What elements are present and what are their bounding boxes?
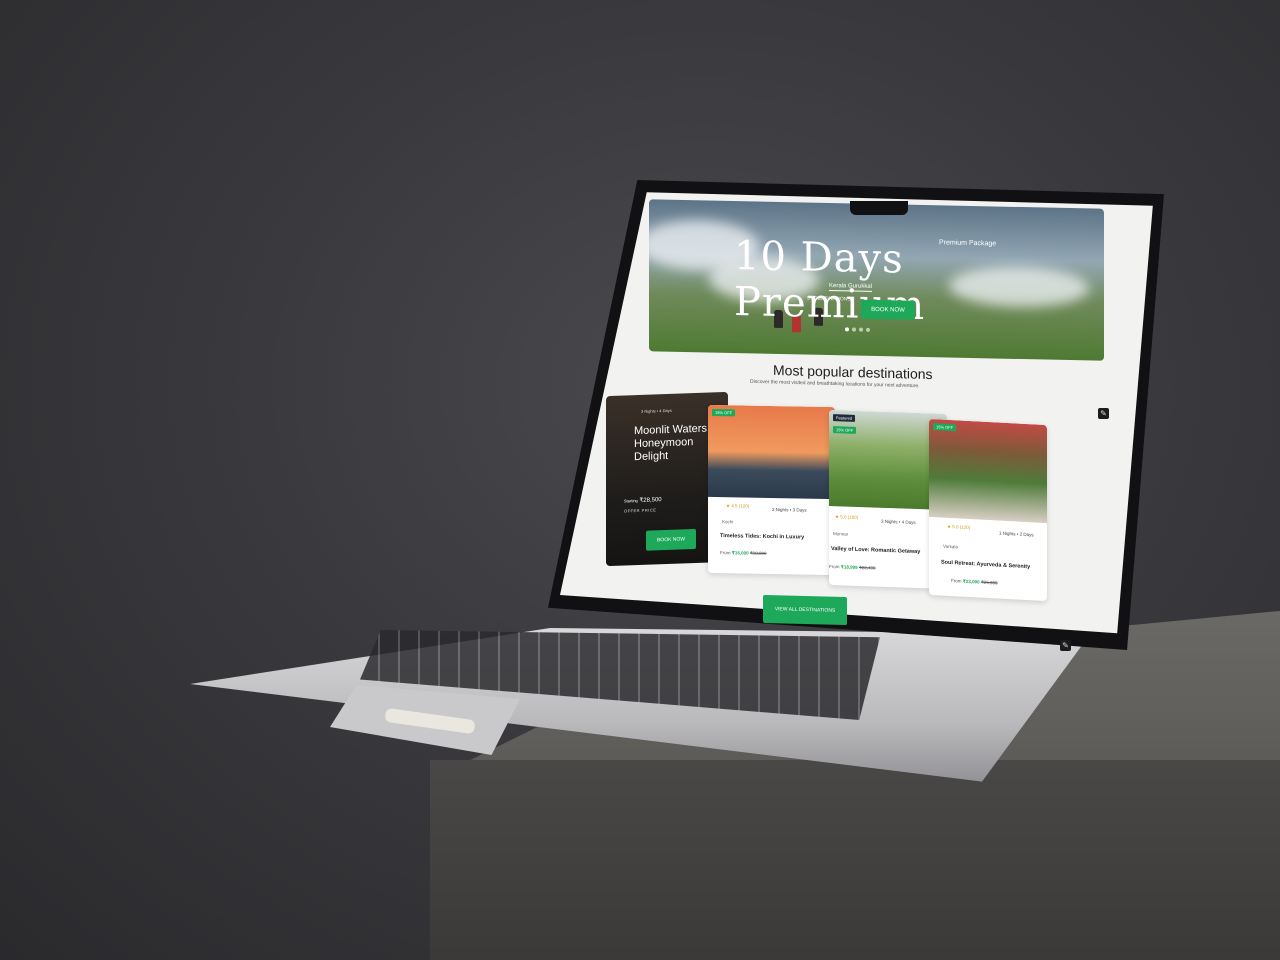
hero-location: Kerala Gurukkal <box>829 283 873 292</box>
feature-price: Starting ₹28,500 <box>624 497 662 504</box>
card-price: From ₹16,000 ₹18,800 <box>720 550 767 556</box>
carousel-dots[interactable] <box>845 327 870 332</box>
destination-card[interactable]: 15% OFF ★ 5.0 (120) 1 Nights • 2 Days Va… <box>929 418 1047 602</box>
card-name: Soul Retreat: Ayurveda & Serenity <box>941 559 1031 571</box>
card-rating: ★ 5.0 (100) <box>835 514 859 520</box>
card-duration: 3 Nights • 4 Days <box>881 518 916 525</box>
card-rating: ★ 5.0 (120) <box>947 523 971 531</box>
camera-notch <box>850 201 908 215</box>
card-price: From ₹23,000 ₹26,900 <box>951 578 998 586</box>
hero-book-button[interactable]: BOOK NOW <box>861 299 915 320</box>
featured-badge: Featured <box>833 414 856 422</box>
feature-duration: 3 Nights • 4 Days <box>641 407 672 414</box>
discount-badge: 15% OFF <box>833 426 857 434</box>
card-duration: 2 Nights • 3 Days <box>772 507 807 513</box>
card-place: Varkala <box>943 543 958 550</box>
feature-book-button[interactable]: BOOK NOW <box>646 528 696 551</box>
card-image <box>929 418 1047 524</box>
card-place: Munnar <box>833 531 849 537</box>
hero-title: 10 Days Premium <box>734 233 926 330</box>
card-place: Kochi <box>722 519 734 525</box>
card-price: From ₹18,999 ₹22,499 <box>829 563 876 571</box>
card-name: Valley of Love: Romantic Getaway <box>831 546 921 556</box>
pencil-icon[interactable]: ✎ <box>1098 408 1109 419</box>
discount-badge: 15% OFF <box>933 423 957 432</box>
card-duration: 1 Nights • 2 Days <box>999 530 1034 538</box>
discount-badge: 15% OFF <box>712 408 736 417</box>
card-name: Timeless Tides: Kochi in Luxury <box>720 533 805 541</box>
feature-title: Moonlit Waters: Honeymoon Delight <box>634 422 711 464</box>
pencil-icon[interactable]: ✎ <box>1060 640 1071 651</box>
stone-block-front <box>430 760 1280 960</box>
hero-subtitle: Premium Package <box>939 239 997 248</box>
card-rating: ★ 4.5 (120) <box>726 503 750 509</box>
view-all-button[interactable]: VIEW ALL DESTINATIONS <box>763 594 847 626</box>
hero-destinations: 5+ DESTINATIONS <box>807 295 851 303</box>
destination-card[interactable]: 15% OFF ★ 4.5 (120) 2 Nights • 3 Days Ko… <box>708 404 835 576</box>
feature-offer: OFFER PRICE <box>624 507 657 514</box>
hero-banner: 10 Days Premium Premium Package Kerala G… <box>649 199 1104 361</box>
card-image <box>708 404 835 500</box>
